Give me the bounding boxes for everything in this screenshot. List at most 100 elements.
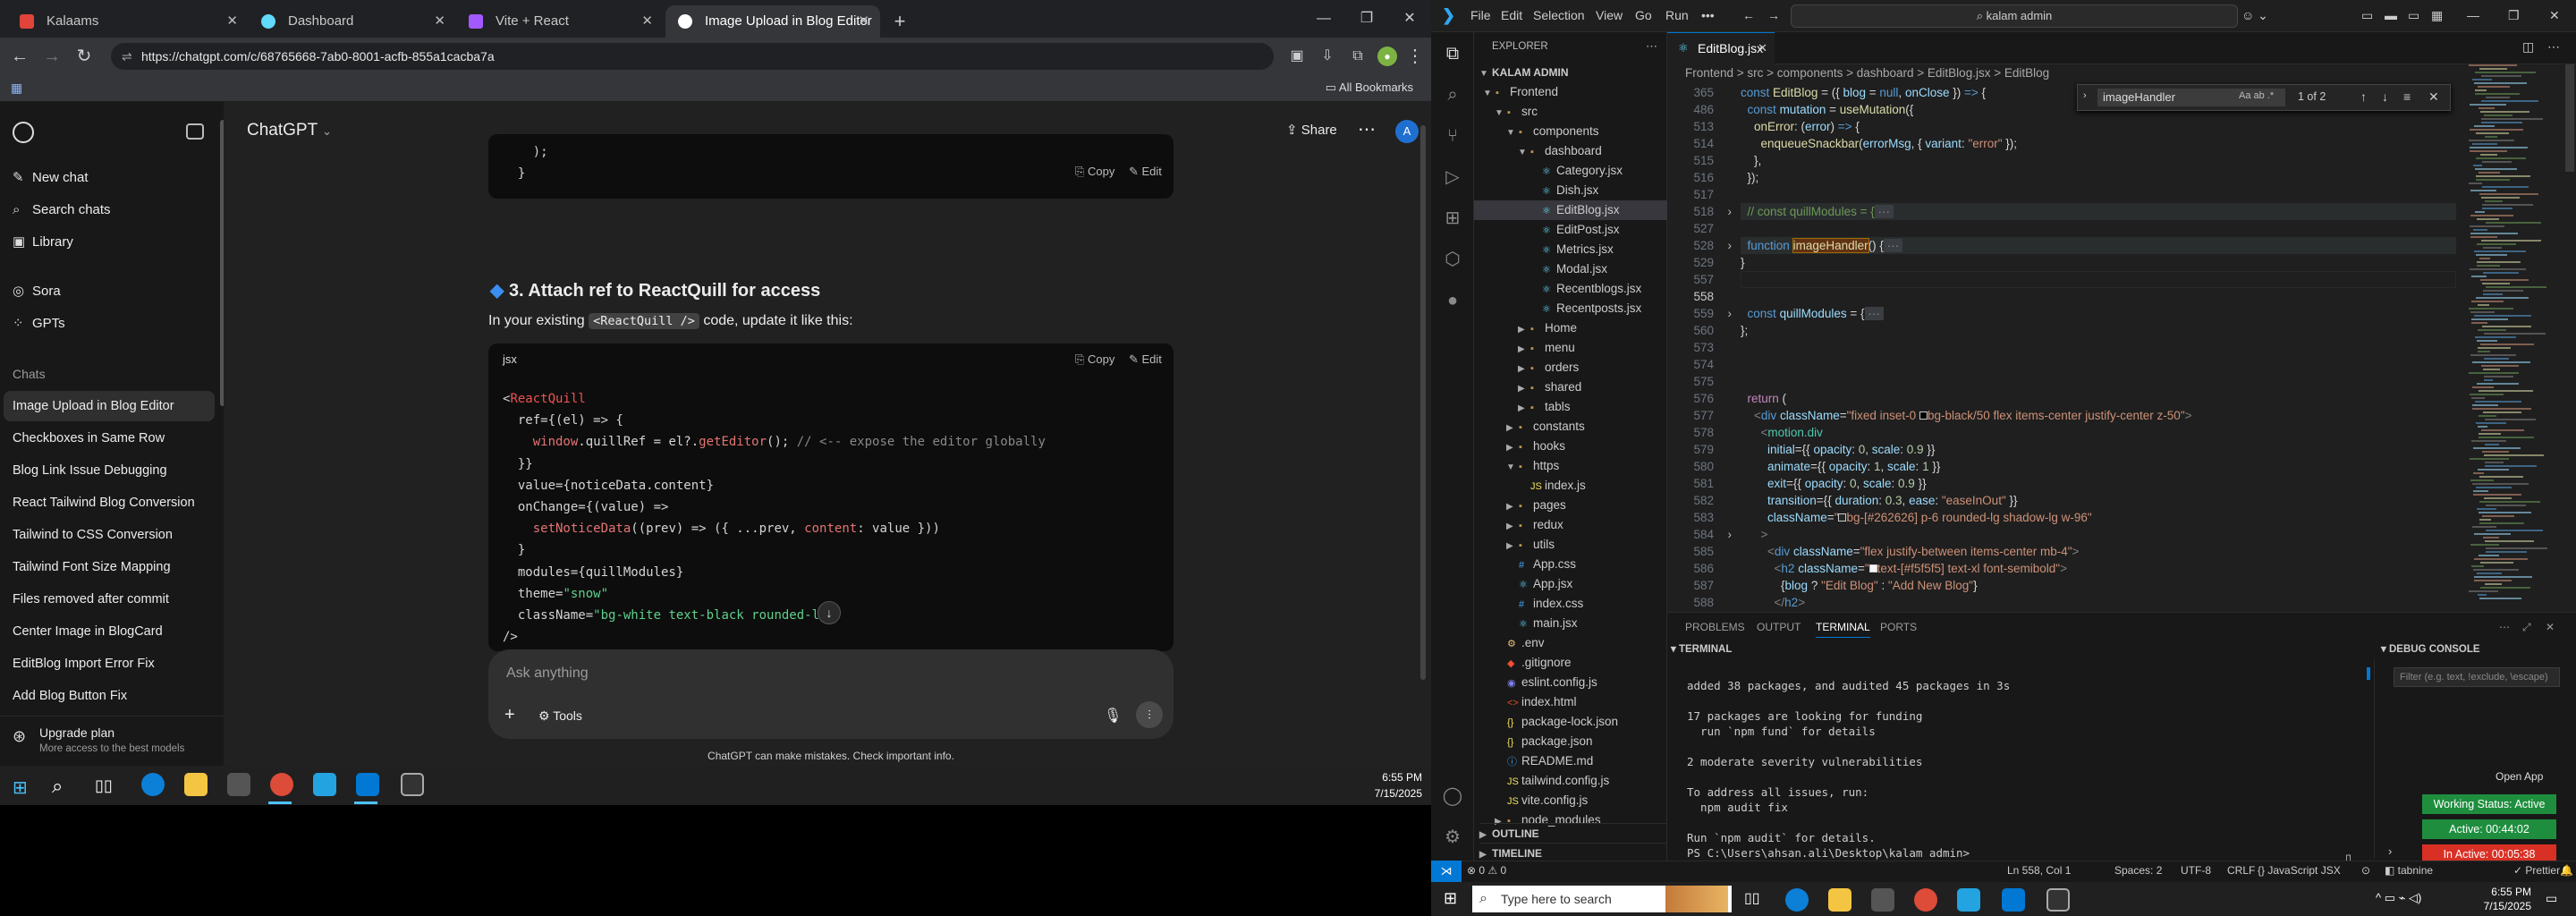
panel-more-icon[interactable]: ⋯ <box>2499 621 2510 633</box>
file-explorer-icon[interactable] <box>1828 888 1852 912</box>
chrome-taskbar-icon[interactable] <box>1914 888 1937 912</box>
tree-file[interactable]: ⚛ Recentposts.jsx <box>1474 299 1667 318</box>
notifications-bell-icon[interactable]: 🔔 <box>2560 864 2573 877</box>
copy-button[interactable]: ⎘ Copy <box>1075 165 1114 179</box>
menu-view[interactable]: View <box>1596 8 1623 22</box>
problems-count[interactable]: ⊗ 0 ⚠ 0 <box>1467 864 1506 877</box>
chat-item[interactable]: EditBlog Import Error Fix <box>0 649 224 679</box>
line-ending[interactable]: CRLF <box>2227 864 2255 877</box>
fold-chevron-icon[interactable]: › <box>1696 526 1733 543</box>
vscode-taskbar-icon[interactable] <box>2002 888 2025 912</box>
tree-file[interactable]: ⚛ App.jsx <box>1474 574 1667 594</box>
find-in-selection-icon[interactable]: ≡ <box>2403 89 2411 104</box>
nav-forward-icon[interactable]: → <box>1767 8 1780 22</box>
extension-icon[interactable]: ▣ <box>1284 45 1309 68</box>
tree-folder[interactable]: ▶ ▪ tabls <box>1474 397 1667 417</box>
tree-file[interactable]: # App.css <box>1474 555 1667 574</box>
panel-tab-output[interactable]: OUTPUT <box>1757 621 1801 633</box>
chrome-taskbar-icon[interactable] <box>270 773 293 796</box>
clock-time[interactable]: 6:55 PM <box>1342 771 1422 784</box>
chat-item[interactable]: Tailwind Font Size Mapping <box>0 552 224 582</box>
layout-panel-icon[interactable]: ▬ <box>2385 8 2397 22</box>
close-tab-icon[interactable]: ✕ <box>858 5 869 38</box>
forward-icon[interactable]: → <box>39 45 64 68</box>
vscode-variant-icon[interactable] <box>1957 888 1980 912</box>
new-chat-button[interactable]: ✎ New chat <box>13 167 89 189</box>
user-avatar[interactable]: A <box>1395 120 1419 143</box>
chrome-menu-icon[interactable]: ⋮ <box>1402 45 1428 68</box>
run-debug-icon[interactable]: ▷ <box>1442 166 1463 188</box>
chat-item[interactable]: Files removed after commit <box>0 584 224 615</box>
tree-file[interactable]: # index.css <box>1474 594 1667 614</box>
openai-logo-icon[interactable] <box>13 122 34 143</box>
open-app-link[interactable]: Open App <box>2496 770 2543 783</box>
tree-folder[interactable]: ▶ ▪ pages <box>1474 496 1667 515</box>
layout-sidebar-icon[interactable]: ▭ <box>2361 8 2373 23</box>
tree-folder[interactable]: ▼ ▪ https <box>1474 456 1667 476</box>
edit-button[interactable]: ✎ Edit <box>1129 165 1162 179</box>
terminal-taskbar-icon[interactable] <box>401 773 424 796</box>
close-panel-icon[interactable]: ✕ <box>2546 621 2555 633</box>
cursor-position[interactable]: Ln 558, Col 1 <box>2007 864 2071 877</box>
prettier-status[interactable]: ✓ Prettier <box>2513 864 2560 877</box>
chat-item[interactable]: Tailwind to CSS Conversion <box>0 520 224 550</box>
tree-folder[interactable]: ▶ ▪ utils <box>1474 535 1667 555</box>
previous-match-icon[interactable]: ↑ <box>2360 89 2367 104</box>
tree-folder[interactable]: ▶ ▪ shared <box>1474 377 1667 397</box>
customize-layout-icon[interactable]: ▦ <box>2431 8 2443 23</box>
search-chats-button[interactable]: ⌕ Search chats <box>13 199 111 221</box>
terminal-taskbar-icon[interactable] <box>2046 888 2070 912</box>
clock-date[interactable]: 7/15/2025 <box>1342 787 1422 800</box>
nav-back-icon[interactable]: ← <box>1742 8 1755 22</box>
vscode-taskbar-icon[interactable] <box>356 773 379 796</box>
system-tray-icons[interactable]: ^ ▭ ⌁ ◁) <box>2376 891 2421 905</box>
tree-folder[interactable]: ▼ ▪ dashboard <box>1474 141 1667 161</box>
browser-tab-vite[interactable]: Vite + React ✕ <box>456 5 664 38</box>
chat-item[interactable]: Image Upload in Blog Editor <box>4 391 215 421</box>
tabnine-status[interactable]: ◧ tabnine <box>2385 864 2433 877</box>
all-bookmarks-button[interactable]: ▭ All Bookmarks <box>1326 81 1413 95</box>
source-control-icon[interactable]: ⑂ <box>1442 125 1463 147</box>
composer-input[interactable]: Ask anything <box>506 666 1132 682</box>
chat-item[interactable]: Center Image in BlogCard <box>0 616 224 647</box>
gpts-button[interactable]: ⁘ GPTs <box>13 313 65 335</box>
tree-folder[interactable]: ▼ ▪ components <box>1474 122 1667 141</box>
tree-file[interactable]: JS index.js <box>1474 476 1667 496</box>
profile-avatar[interactable]: ● <box>1377 47 1397 66</box>
panel-tab-terminal[interactable]: TERMINAL <box>1816 621 1870 638</box>
task-view-icon[interactable]: ▯▯ <box>95 776 113 795</box>
toggle-replace-icon[interactable]: › <box>2083 90 2087 101</box>
browser-tab-dashboard[interactable]: Dashboard ✕ <box>249 5 456 38</box>
store-icon[interactable] <box>1871 888 1894 912</box>
manage-gear-icon[interactable]: ⚙ <box>1442 827 1463 848</box>
indentation[interactable]: Spaces: 2 <box>2114 864 2162 877</box>
browser-tab-kalaams[interactable]: Kalaams ✕ <box>7 5 249 38</box>
add-attachment-icon[interactable]: + <box>504 705 515 725</box>
scroll-down-icon[interactable]: ↓ <box>818 601 841 624</box>
chat-scrollbar[interactable] <box>1420 125 1426 680</box>
share-button[interactable]: ⇪ Share <box>1286 122 1337 138</box>
edge-icon[interactable] <box>141 773 165 796</box>
tree-folder[interactable]: ▶ ▪ hooks <box>1474 437 1667 456</box>
tree-file[interactable]: ⚛ Modal.jsx <box>1474 259 1667 279</box>
split-editor-icon[interactable]: ◫ <box>2522 39 2534 55</box>
tree-file[interactable]: ⓘ README.md <box>1474 751 1667 771</box>
language-mode[interactable]: {} JavaScript JSX <box>2258 864 2341 877</box>
browser-tab-chatgpt[interactable]: Image Upload in Blog Editor ✕ <box>665 5 880 38</box>
tree-file[interactable]: ⚛ Category.jsx <box>1474 161 1667 181</box>
back-icon[interactable]: ← <box>7 45 32 68</box>
model-selector[interactable]: ChatGPT ⌄ <box>247 121 332 140</box>
editor-tab-editblog[interactable]: ⚛ EditBlog.jsx ✕ <box>1667 32 1775 64</box>
vs-minimize-icon[interactable]: — <box>2467 8 2479 22</box>
tree-file[interactable]: JS tailwind.config.js <box>1474 771 1667 791</box>
library-button[interactable]: ▣ Library <box>13 232 73 253</box>
copilot-icon[interactable]: ☺ ⌄ <box>2241 8 2268 23</box>
close-tab-icon[interactable]: ✕ <box>434 5 445 38</box>
tree-file[interactable]: ◆ .gitignore <box>1474 653 1667 673</box>
tree-file[interactable]: {} package.json <box>1474 732 1667 751</box>
search-icon[interactable]: ⌕ <box>1442 84 1463 106</box>
explorer-icon[interactable]: ⧉ <box>1442 43 1463 64</box>
tree-folder[interactable]: ▶ ▪ constants <box>1474 417 1667 437</box>
tree-file[interactable]: JS vite.config.js <box>1474 791 1667 810</box>
encoding[interactable]: UTF-8 <box>2181 864 2211 877</box>
